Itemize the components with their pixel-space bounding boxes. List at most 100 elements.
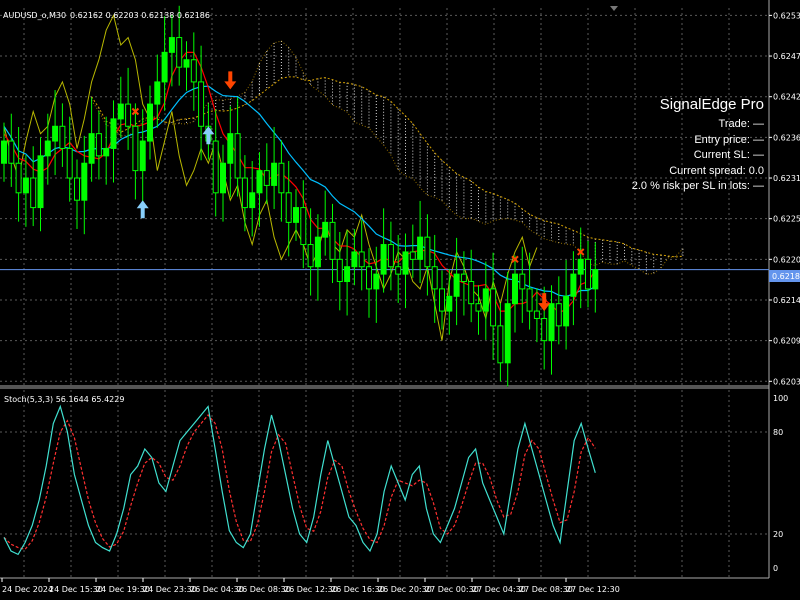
stoch-label: Stoch(5,3,3) 56.1644 65.4229 — [4, 395, 124, 404]
candle-body — [8, 140, 15, 164]
candle-body — [234, 133, 241, 179]
candle-body — [387, 244, 394, 268]
candle-body — [117, 103, 124, 120]
candle-body — [88, 133, 95, 164]
candle-body — [519, 273, 526, 290]
candle-body — [103, 147, 110, 157]
candle-body — [212, 140, 219, 194]
candle-body — [439, 288, 445, 312]
candle-body — [446, 295, 453, 312]
info-risk-lots: 2.0 % risk per SL in lots: — — [631, 180, 764, 192]
candle-body — [322, 221, 329, 238]
candle-body — [59, 125, 66, 149]
candle-body — [81, 162, 88, 201]
candle-body — [190, 59, 197, 83]
x-tick-label: 27 Dec 00:30 — [425, 585, 479, 594]
chart-header-ohlc: 0.62162 0.62203 0.62138 0.62186 — [70, 11, 210, 20]
y-tick-label: 0.62475 — [773, 52, 800, 61]
candle-body — [431, 266, 438, 290]
y-tick-label: 0.62200 — [773, 255, 800, 264]
x-tick-label: 24 Dec 23:30 — [143, 585, 197, 594]
candle-body — [15, 162, 22, 194]
candle-body — [37, 155, 44, 209]
candle-body — [278, 162, 285, 194]
stoch-y-tick-label: 80 — [773, 428, 783, 437]
x-tick-label: 24 Dec 19:30 — [96, 585, 150, 594]
candle-body — [380, 244, 387, 275]
candle-body — [512, 273, 518, 305]
candle-body — [161, 51, 168, 83]
y-tick-label: 0.62420 — [773, 93, 800, 102]
x-tick-label: 27 Dec 04:30 — [472, 585, 526, 594]
candle-body — [241, 177, 248, 209]
candle-body — [351, 251, 358, 268]
candle-body — [271, 162, 278, 186]
x-tick-label: 24 Dec 2024 — [2, 585, 53, 594]
info-trade: Trade: — — [718, 118, 764, 130]
candle-body — [256, 170, 263, 194]
candle-body — [125, 103, 132, 127]
signal-info-panel: SignalEdge Pro Trade: — Entry price: — C… — [632, 96, 764, 195]
candle-body — [132, 125, 139, 172]
candle-body — [307, 244, 314, 268]
candle-body — [44, 140, 51, 157]
candle-body — [22, 177, 29, 194]
candle-body — [402, 251, 409, 275]
candle-body — [30, 177, 37, 209]
candle-body — [366, 266, 372, 290]
candle-body — [563, 295, 570, 327]
candle-body — [336, 258, 343, 283]
candle-body — [468, 281, 475, 305]
candle-body — [417, 236, 424, 260]
stoch-y-tick-label: 100 — [773, 394, 788, 403]
y-tick-label: 0.62530 — [773, 11, 800, 20]
stoch-y-tick-label: 20 — [773, 530, 783, 539]
candle-body — [285, 192, 292, 223]
y-tick-label: 0.62310 — [773, 174, 800, 183]
candle-body — [548, 303, 555, 342]
candle-body — [52, 125, 59, 142]
candle-body — [533, 310, 540, 319]
candle-body — [358, 251, 365, 268]
candle-body — [592, 269, 599, 290]
candle-body — [555, 303, 562, 327]
candle-body — [453, 273, 460, 297]
candle-body — [139, 140, 146, 172]
current-price-label: 0.62186 — [772, 272, 800, 281]
info-panel-title: SignalEdge Pro — [659, 96, 764, 113]
candle-body — [475, 303, 482, 312]
y-tick-label: 0.62035 — [773, 377, 800, 386]
candle-body — [183, 59, 190, 68]
info-current-spread: Current spread: 0.0 — [669, 164, 764, 177]
candle-body — [344, 266, 351, 283]
candle-body — [424, 236, 431, 268]
candle-body — [293, 207, 299, 223]
candle-body — [263, 170, 270, 186]
candle-body — [585, 258, 591, 290]
candle-body — [482, 288, 489, 312]
candle-body — [1, 140, 7, 164]
candle-body — [329, 221, 336, 260]
candle-body — [504, 303, 511, 364]
x-tick-label: 26 Dec 20:30 — [378, 585, 432, 594]
candle-body — [227, 133, 234, 164]
candle-body — [249, 192, 256, 209]
trading-chart[interactable]: 100 80 20 0 0.62530 0.62475 0.62420 0.62365 0.6… — [0, 0, 800, 600]
candle-body — [168, 37, 175, 53]
x-tick-label: 24 Dec 15:30 — [49, 585, 103, 594]
candle-body — [570, 273, 577, 297]
x-tick-label: 27 Dec 08:30 — [519, 585, 573, 594]
y-tick-label: 0.62090 — [773, 337, 800, 346]
candle-body — [395, 266, 402, 275]
candle-body — [300, 207, 307, 246]
candle-body — [110, 118, 117, 149]
candle-body — [314, 236, 321, 268]
candle-body — [497, 325, 504, 364]
y-tick-label: 0.62365 — [773, 133, 800, 142]
candle-body — [577, 258, 584, 275]
info-current-sl: Current SL: — — [693, 149, 764, 161]
candle-body — [220, 162, 226, 194]
candle-body — [147, 103, 153, 142]
candle-body — [490, 288, 497, 327]
candle-body — [66, 147, 73, 179]
